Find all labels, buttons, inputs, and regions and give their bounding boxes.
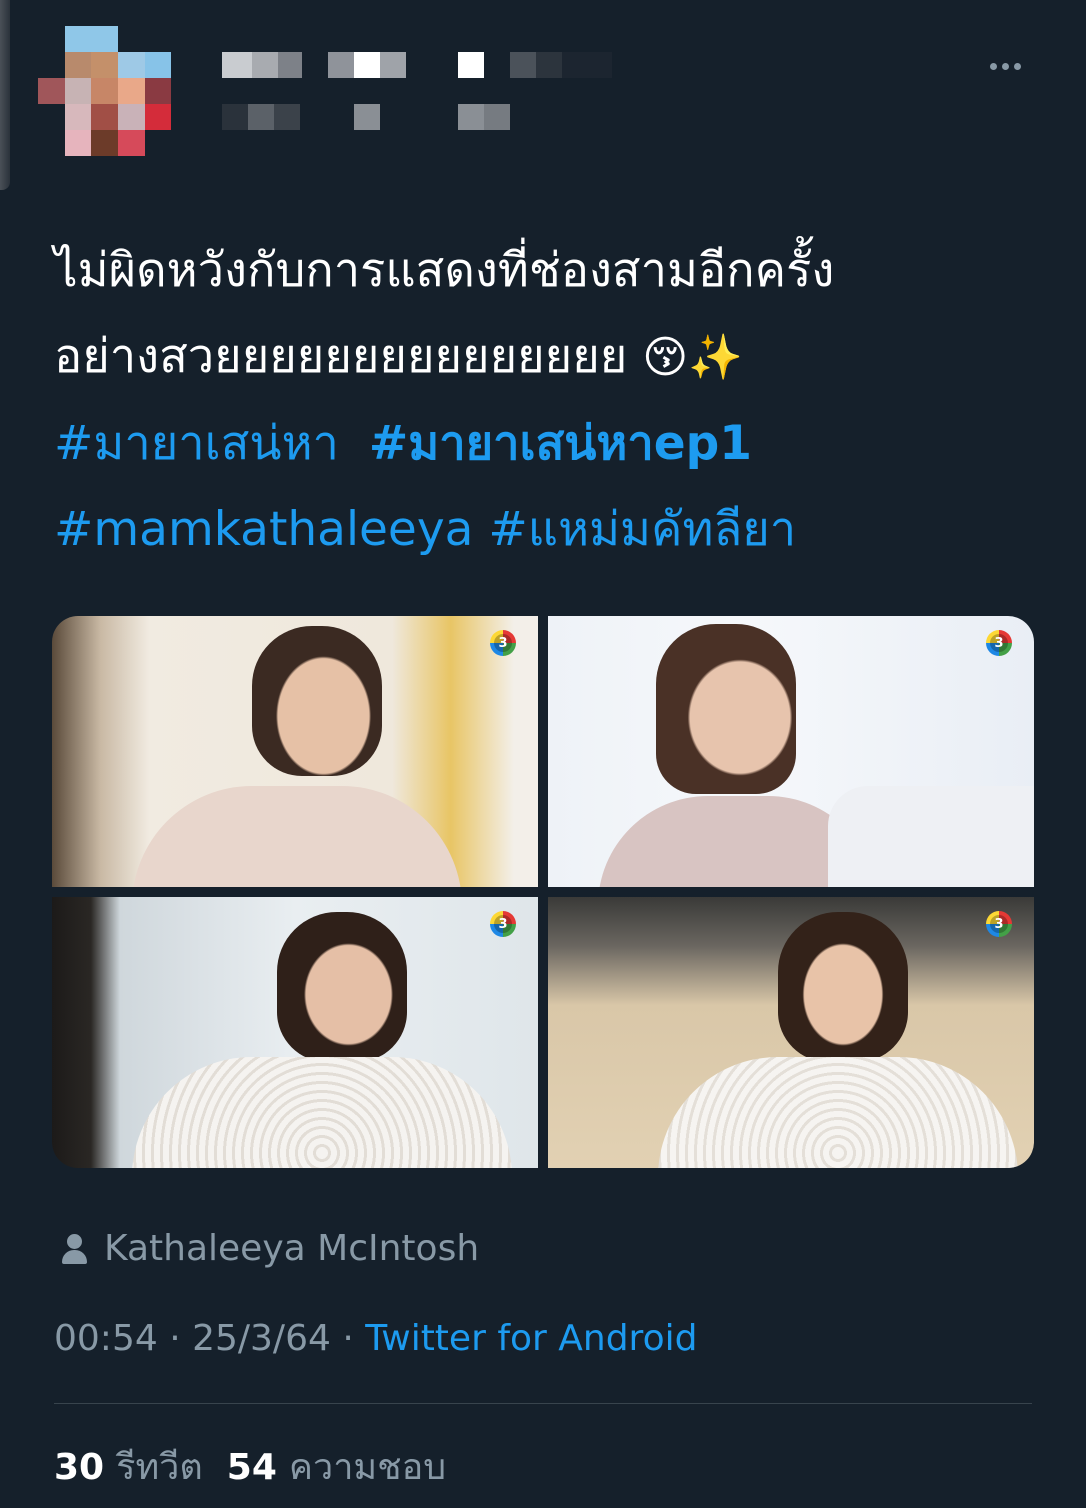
hashtag-link[interactable]: #มายาเสน่หา <box>54 416 339 471</box>
retweets-label: รีทวีต <box>116 1447 203 1488</box>
hashtag-line-2: #mamkathaleeya #แหม่มคัทลียา <box>54 487 1044 573</box>
tagged-user-name: Kathaleeya McIntosh <box>104 1228 480 1269</box>
photo-1[interactable]: 3 <box>52 616 538 887</box>
tweet-stats: 30 รีทวีต 54 ความชอบ <box>54 1438 446 1495</box>
photo-2[interactable]: 3 <box>548 616 1034 887</box>
kiss-emoji-icon: 😚 <box>642 332 689 383</box>
tweet-line-2-text: อย่างสวยยยยยยยยยยยยยยย <box>54 329 628 384</box>
likes-label: ความชอบ <box>288 1447 447 1488</box>
media-grid: 3 3 3 3 <box>52 616 1034 1168</box>
tweet-source-link[interactable]: Twitter for Android <box>365 1318 697 1359</box>
tweet-date: 25/3/64 <box>192 1318 331 1359</box>
channel-3-logo: 3 <box>490 630 516 656</box>
channel-3-logo: 3 <box>490 911 516 937</box>
hashtag-link[interactable]: #mamkathaleeya <box>54 502 473 557</box>
window-edge <box>0 0 10 190</box>
likes-count: 54 <box>226 1447 277 1488</box>
tweet-time: 00:54 <box>54 1318 158 1359</box>
hashtag-link[interactable]: #มายาเสน่หาep1 <box>369 416 752 471</box>
sparkles-emoji-icon: ✨ <box>688 332 743 383</box>
channel-3-logo: 3 <box>986 630 1012 656</box>
photo-3[interactable]: 3 <box>52 897 538 1168</box>
meta-separator: · <box>157 1318 193 1359</box>
person-icon <box>60 1232 90 1266</box>
tweet-line-1: ไม่ผิดหวังกับการแสดงที่ช่องสามอีกครั้ง <box>54 243 835 298</box>
channel-3-logo: 3 <box>986 911 1012 937</box>
likes-stat[interactable]: 54 ความชอบ <box>227 1438 446 1495</box>
retweets-count: 30 <box>54 1447 105 1488</box>
tweet-line-2: อย่างสวยยยยยยยยยยยยยยย 😚✨ <box>54 314 1044 401</box>
photo-4[interactable]: 3 <box>548 897 1034 1168</box>
hashtag-link[interactable]: #แหม่มคัทลียา <box>488 502 796 557</box>
avatar[interactable] <box>38 26 198 156</box>
tagged-user[interactable]: Kathaleeya McIntosh <box>60 1228 479 1269</box>
tweet-meta: 00:54 · 25/3/64 · Twitter for Android <box>54 1318 697 1359</box>
divider <box>54 1403 1032 1404</box>
meta-separator: · <box>330 1318 366 1359</box>
more-options-icon[interactable] <box>990 56 1030 76</box>
tweet-text: ไม่ผิดหวังกับการแสดงที่ช่องสามอีกครั้ง อ… <box>54 228 1044 573</box>
retweets-stat[interactable]: 30 รีทวีต <box>54 1438 203 1495</box>
hashtag-line-1: #มายาเสน่หา #มายาเสน่หาep1 <box>54 401 1044 487</box>
